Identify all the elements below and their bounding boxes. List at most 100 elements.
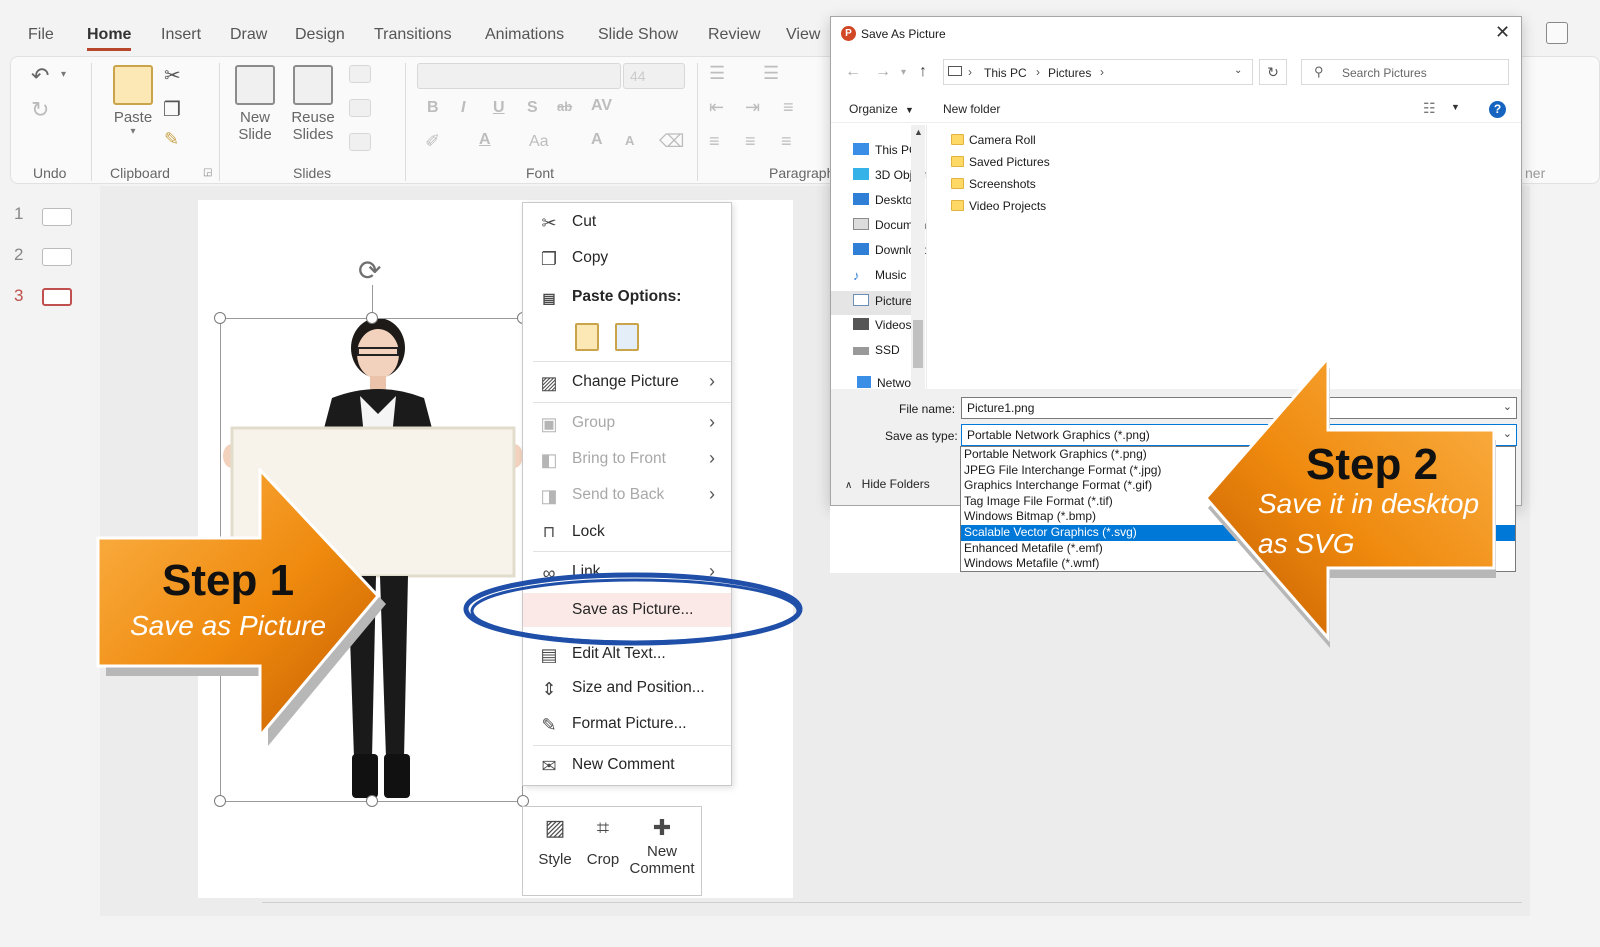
shrink-font-button[interactable]: A [625, 133, 634, 148]
nav-pane-scroll-thumb[interactable] [913, 320, 923, 368]
breadcrumb-this-pc[interactable]: This PC [984, 66, 1027, 80]
paste-as-picture-icon[interactable] [615, 323, 639, 351]
paste-button[interactable]: Paste ▾ [107, 65, 159, 137]
style-button[interactable]: ▨ Style [537, 815, 573, 868]
slide-thumbnail-3[interactable] [42, 288, 72, 306]
tab-draw[interactable]: Draw [230, 26, 267, 44]
font-color-button[interactable]: A [479, 131, 491, 149]
new-slide-button[interactable]: New Slide [229, 65, 281, 143]
new-comment-icon: ✚ [652, 815, 672, 840]
section-icon[interactable] [349, 133, 371, 151]
change-case-button[interactable]: Aa [529, 133, 549, 151]
highlight-icon[interactable]: ✐ [425, 131, 440, 152]
rotate-handle-icon[interactable]: ⟳ [358, 254, 381, 287]
address-bar[interactable]: › This PC › Pictures › ⌄ [943, 59, 1253, 85]
close-icon[interactable]: ✕ [1495, 22, 1510, 43]
italic-button[interactable]: I [461, 99, 465, 117]
tab-transitions[interactable]: Transitions [374, 26, 452, 44]
grow-font-button[interactable]: A [591, 131, 603, 149]
menu-item-copy[interactable]: ❐ Copy [523, 241, 731, 275]
slide-thumbnail-1[interactable] [42, 208, 72, 226]
resize-handle[interactable] [366, 795, 378, 807]
refresh-icon[interactable]: ↻ [1259, 59, 1287, 85]
menu-item-change-picture[interactable]: ▨ Change Picture › [523, 365, 731, 399]
folder-screenshots[interactable]: Screenshots [951, 177, 1151, 197]
font-size-combo[interactable]: 44 [623, 63, 685, 89]
up-icon[interactable]: ↑ [919, 63, 927, 81]
comments-icon[interactable] [1546, 22, 1568, 44]
menu-item-send-to-back[interactable]: ◨ Send to Back › [523, 478, 731, 512]
cut-icon[interactable]: ✂ [164, 63, 181, 88]
tab-design[interactable]: Design [295, 26, 345, 44]
tab-review[interactable]: Review [708, 26, 760, 44]
chevron-down-icon[interactable]: ▼ [1451, 102, 1460, 112]
desktop-icon [853, 193, 869, 205]
font-name-combo[interactable] [417, 63, 621, 89]
organize-button[interactable]: Organize ▼ [849, 102, 914, 116]
tab-slide-show[interactable]: Slide Show [598, 26, 678, 44]
back-icon[interactable]: ← [845, 63, 861, 81]
clear-format-icon[interactable]: ⌫ [659, 131, 684, 152]
menu-item-cut[interactable]: ✂ Cut [523, 205, 731, 239]
menu-item-group[interactable]: ▣ Group › [523, 406, 731, 440]
dialog-command-bar: Organize ▼ New folder ☷ ▼ ? [831, 95, 1521, 123]
menu-item-lock[interactable]: ⊓ Lock [523, 515, 731, 549]
redo-icon[interactable]: ↻ [31, 97, 49, 123]
reset-icon[interactable] [349, 99, 371, 117]
bold-button[interactable]: B [427, 99, 439, 117]
decrease-indent-icon[interactable]: ⇤ [709, 97, 724, 118]
folder-video-projects[interactable]: Video Projects [951, 199, 1151, 219]
search-input[interactable]: ⚲ Search Pictures [1301, 59, 1509, 85]
paste-dropdown-icon[interactable]: ▾ [107, 126, 159, 137]
resize-handle[interactable] [214, 312, 226, 324]
tab-animations[interactable]: Animations [485, 26, 564, 44]
align-left-icon[interactable]: ≡ [709, 131, 720, 152]
pc-icon [948, 66, 962, 76]
crop-button[interactable]: ⌗ Crop [585, 815, 621, 868]
slide-thumbnail-2[interactable] [42, 248, 72, 266]
breadcrumb-pictures[interactable]: Pictures [1048, 66, 1091, 80]
line-spacing-icon[interactable]: ≡ [783, 97, 794, 118]
align-right-icon[interactable]: ≡ [781, 131, 792, 152]
folder-saved-pictures[interactable]: Saved Pictures [951, 155, 1151, 175]
menu-item-new-comment[interactable]: ✉ New Comment [523, 748, 731, 782]
bullets-icon[interactable]: ☰ [709, 63, 725, 84]
recent-dropdown-icon[interactable]: ▾ [901, 67, 906, 78]
resize-handle[interactable] [366, 312, 378, 324]
align-center-icon[interactable]: ≡ [745, 131, 756, 152]
folder-camera-roll[interactable]: Camera Roll [951, 133, 1151, 153]
new-comment-button[interactable]: ✚ New Comment [627, 815, 697, 877]
forward-icon[interactable]: → [875, 63, 891, 81]
shadow-button[interactable]: S [527, 99, 538, 117]
increase-indent-icon[interactable]: ⇥ [745, 97, 760, 118]
underline-button[interactable]: U [493, 99, 505, 117]
tab-insert[interactable]: Insert [161, 26, 201, 44]
tab-home[interactable]: Home [87, 26, 132, 51]
layout-icon[interactable] [349, 65, 371, 83]
clipboard-launcher-icon[interactable]: ◲ [203, 167, 212, 178]
tab-view[interactable]: View [786, 26, 820, 44]
numbering-icon[interactable]: ☰ [763, 63, 779, 84]
char-spacing-button[interactable]: AV [591, 97, 612, 115]
menu-item-format-picture[interactable]: ✎ Format Picture... [523, 707, 731, 741]
undo-icon[interactable]: ↶ [31, 63, 49, 89]
strikethrough-button[interactable]: ab [557, 99, 572, 114]
format-painter-icon[interactable]: ✎ [164, 129, 179, 150]
resize-handle[interactable] [214, 795, 226, 807]
hide-folders-button[interactable]: ∧ Hide Folders [845, 477, 930, 491]
reuse-slides-button[interactable]: Reuse Slides [287, 65, 339, 143]
group-icon: ▣ [540, 414, 558, 434]
help-icon[interactable]: ? [1489, 101, 1506, 118]
paste-keep-format-icon[interactable] [575, 323, 599, 351]
menu-item-label: Lock [572, 523, 605, 540]
menu-item-bring-to-front[interactable]: ◧ Bring to Front › [523, 442, 731, 476]
copy-icon[interactable]: ❐ [163, 97, 181, 122]
undo-dropdown-icon[interactable]: ▾ [61, 69, 66, 80]
menu-item-size-position[interactable]: ⇕ Size and Position... [523, 671, 731, 705]
view-options-icon[interactable]: ☷ [1423, 100, 1436, 117]
tab-file[interactable]: File [28, 26, 54, 44]
file-name-value: Picture1.png [967, 401, 1035, 415]
scroll-up-icon[interactable]: ▲ [914, 127, 923, 137]
address-dropdown-icon[interactable]: ⌄ [1234, 65, 1242, 76]
new-folder-button[interactable]: New folder [943, 102, 1000, 116]
